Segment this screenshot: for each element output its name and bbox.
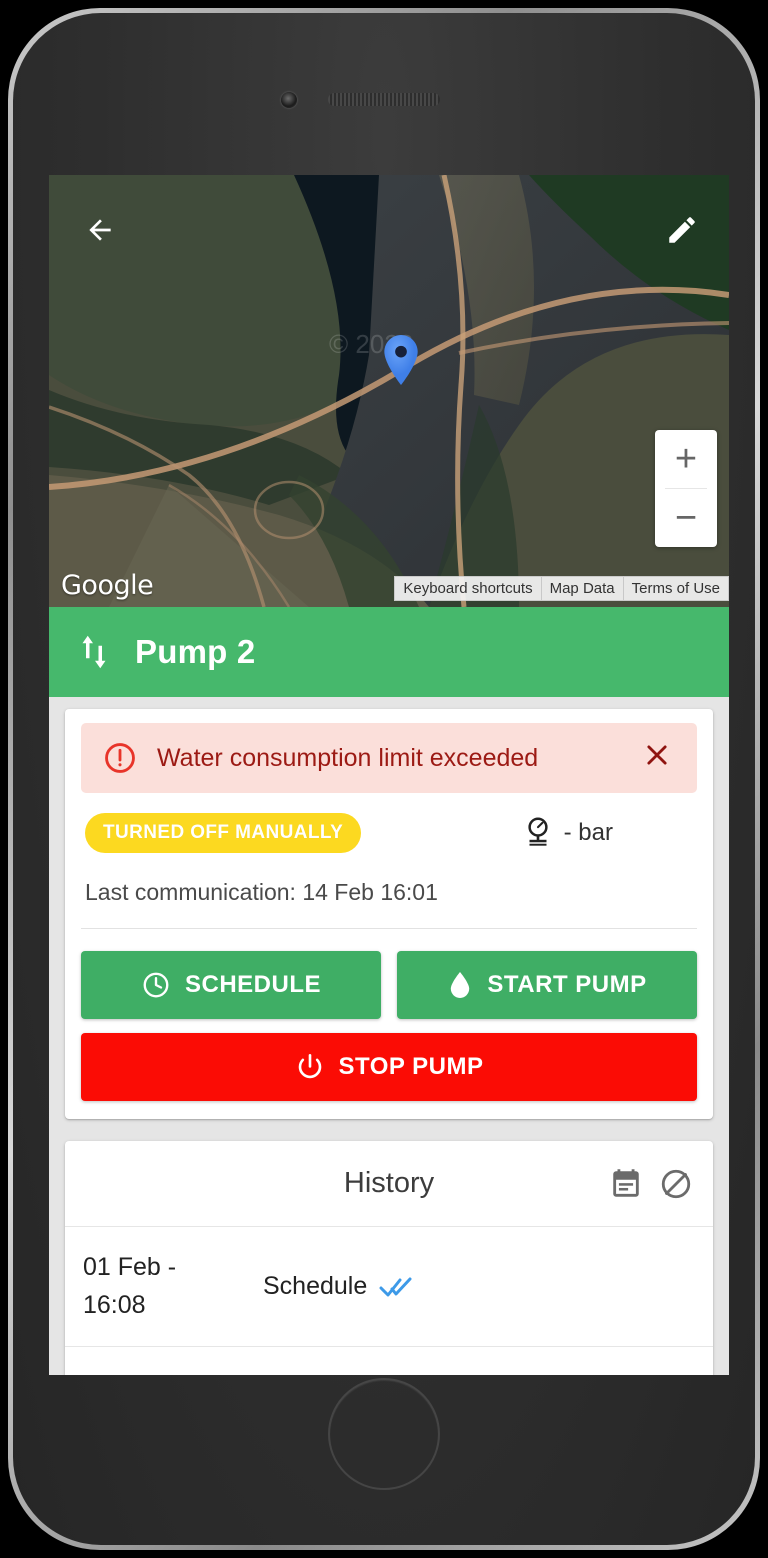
map-top-bar	[49, 175, 729, 285]
table-row[interactable]: 01 Feb - 16:08 Schedule	[65, 1226, 713, 1346]
stop-pump-button[interactable]: STOP PUMP	[81, 1033, 697, 1101]
water-drop-icon	[451, 972, 470, 998]
map-zoom-controls: + −	[655, 430, 717, 547]
power-icon	[298, 1053, 321, 1079]
page-title: Pump 2	[135, 633, 256, 670]
phone-screen: © 2023 + − Google Keyboard shortcuts Map…	[49, 175, 729, 1375]
location-pin-icon	[384, 335, 418, 385]
history-row-action-label: Schedule	[263, 1272, 368, 1300]
history-title: History	[343, 1167, 435, 1199]
history-row-date: 01 Feb - 16:08	[83, 1249, 263, 1324]
alert-banner: Water consumption limit exceeded	[81, 723, 697, 793]
stop-action-row: STOP PUMP	[81, 1033, 697, 1101]
pressure-gauge-icon	[528, 817, 548, 846]
history-row-date-day: 01 Feb -	[83, 1253, 177, 1281]
arrows-up-down-icon	[82, 635, 106, 669]
pressure-value: - bar	[563, 819, 613, 846]
map-data-link[interactable]: Map Data	[540, 577, 623, 600]
status-row: TURNED OFF MANUALLY - bar	[81, 813, 697, 853]
history-row-action: Schedule	[263, 1272, 415, 1301]
back-button[interactable]	[79, 214, 121, 246]
google-logo: Google	[61, 570, 154, 601]
pump-status-body: Water consumption limit exceeded TURNED …	[65, 709, 713, 1119]
hide-history-button[interactable]	[659, 1167, 693, 1201]
last-communication: Last communication: 14 Feb 16:01	[85, 879, 438, 905]
pump-title-bar: Pump 2	[49, 607, 729, 697]
history-header: History	[65, 1141, 713, 1226]
map-attribution: Keyboard shortcuts Map Data Terms of Use	[394, 576, 729, 601]
calendar-event-icon	[613, 1168, 639, 1197]
double-check-icon	[379, 1277, 412, 1296]
calendar-filter-button[interactable]	[609, 1167, 643, 1201]
hide-circle-slash-icon	[661, 1169, 691, 1198]
history-header-actions	[609, 1167, 693, 1201]
primary-actions-row: SCHEDULE START PUMP	[81, 951, 697, 1019]
schedule-button[interactable]: SCHEDULE	[81, 951, 381, 1019]
history-row-date-time: 16:08	[83, 1290, 146, 1319]
zoom-in-button[interactable]: +	[655, 430, 717, 488]
pressure-reading: - bar	[522, 816, 693, 850]
pencil-icon	[669, 217, 695, 243]
earpiece-speaker	[328, 93, 440, 106]
stop-pump-button-label: STOP PUMP	[338, 1053, 484, 1080]
keyboard-shortcuts-link[interactable]: Keyboard shortcuts	[395, 577, 540, 600]
home-button[interactable]	[328, 1378, 440, 1490]
error-circle-icon	[105, 743, 135, 773]
map-marker[interactable]	[384, 335, 418, 390]
main-content: Water consumption limit exceeded TURNED …	[49, 697, 729, 1375]
close-icon	[647, 745, 667, 765]
phone-frame: © 2023 + − Google Keyboard shortcuts Map…	[8, 8, 760, 1550]
zoom-out-button[interactable]: −	[655, 489, 717, 547]
phone-body: © 2023 + − Google Keyboard shortcuts Map…	[13, 13, 755, 1545]
clock-icon	[143, 972, 169, 998]
edit-button[interactable]	[665, 213, 699, 247]
arrow-left-icon	[89, 219, 111, 241]
front-camera-icon	[281, 92, 297, 108]
terms-of-use-link[interactable]: Terms of Use	[622, 577, 728, 600]
pump-status-card: Water consumption limit exceeded TURNED …	[65, 709, 713, 1119]
alert-close-button[interactable]	[639, 741, 675, 775]
history-row-partial	[65, 1346, 713, 1375]
map-view[interactable]: © 2023 + − Google Keyboard shortcuts Map…	[49, 175, 729, 607]
history-card: History 01 Feb - 16:08 Schedule	[65, 1141, 713, 1375]
schedule-button-label: SCHEDULE	[184, 971, 321, 998]
start-pump-button-label: START PUMP	[487, 971, 647, 998]
alert-message: Water consumption limit exceeded	[157, 743, 539, 772]
status-badge: TURNED OFF MANUALLY	[85, 813, 362, 853]
start-pump-button[interactable]: START PUMP	[397, 951, 697, 1019]
section-divider	[81, 928, 697, 929]
